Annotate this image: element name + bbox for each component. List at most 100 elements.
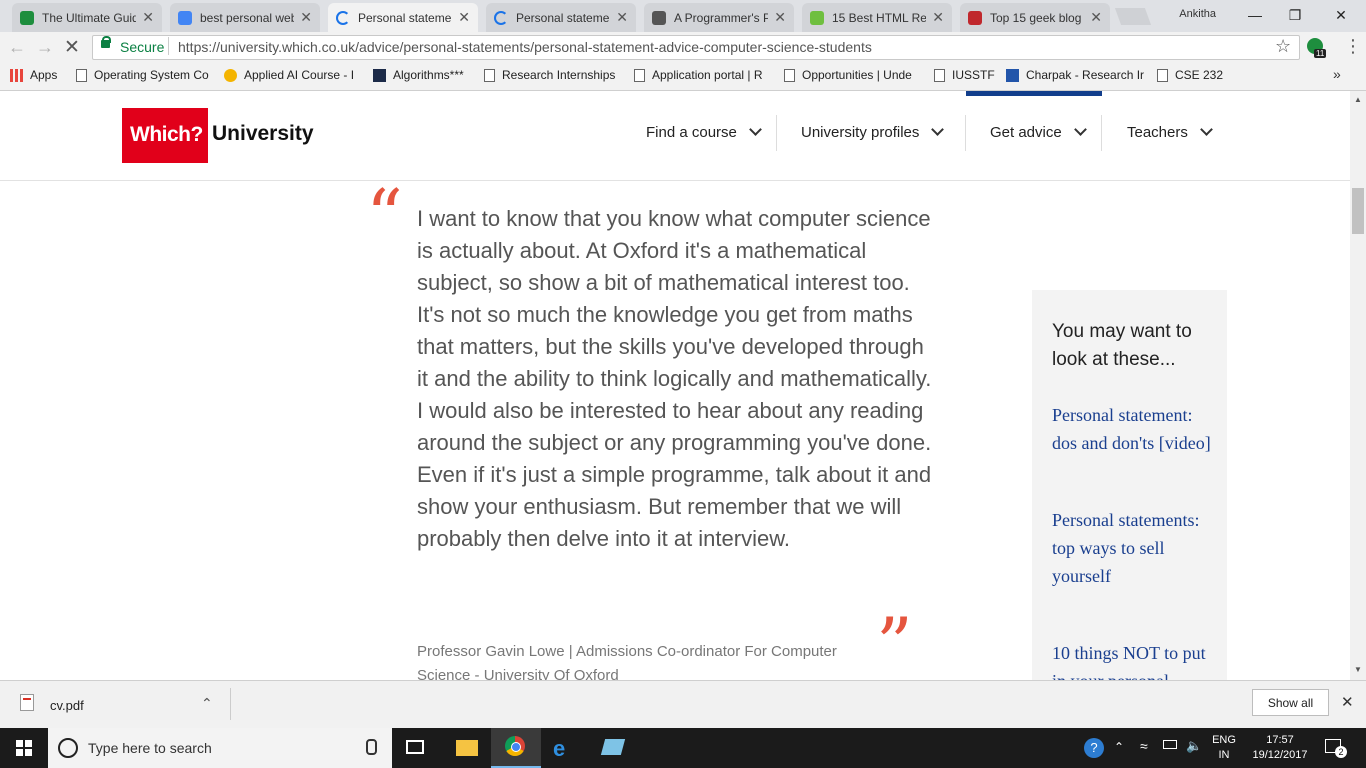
profile-name[interactable]: Ankitha (1179, 8, 1216, 20)
bookmark-item[interactable]: Application portal | R (634, 68, 763, 82)
scrollbar-thumb[interactable] (1352, 188, 1364, 234)
close-download-bar-icon[interactable]: ✕ (1341, 693, 1354, 711)
open-quote-icon: “ (366, 174, 403, 258)
browser-tab[interactable]: The Ultimate Guid ✕ (12, 3, 162, 32)
volume-icon[interactable]: 🔈 (1186, 738, 1202, 754)
doc-icon (652, 10, 666, 25)
logo-university-text[interactable]: University (212, 122, 314, 146)
nav-university-profiles[interactable]: University profiles (801, 123, 945, 141)
download-file-name[interactable]: cv.pdf (50, 698, 84, 713)
chevron-down-icon (931, 123, 945, 136)
nav-active-indicator (966, 91, 1102, 96)
show-all-downloads-button[interactable]: Show all (1252, 689, 1329, 716)
scroll-down-icon[interactable]: ▼ (1354, 665, 1362, 674)
bookmark-item[interactable]: Operating System Co (76, 68, 209, 82)
logo-which-text: Which? (130, 123, 203, 146)
back-arrow-icon[interactable]: ← (8, 37, 26, 58)
loading-icon (336, 10, 350, 25)
bookmark-item[interactable]: Research Internships (484, 68, 615, 82)
lang-top: ENG (1212, 734, 1236, 746)
sidebar-link-dos-donts[interactable]: Personal statement: dos and don'ts [vide… (1052, 401, 1212, 457)
taskbar-search-placeholder[interactable]: Type here to search (88, 740, 212, 756)
bookmark-item[interactable]: Applied AI Course - I (224, 68, 354, 82)
microphone-icon[interactable] (366, 739, 377, 755)
nav-label: University profiles (801, 124, 920, 141)
nav-divider (1101, 115, 1102, 151)
pdf-mark (23, 698, 31, 706)
file-explorer-icon[interactable] (456, 740, 478, 756)
dj-icon (634, 68, 645, 82)
browser-tab[interactable]: Top 15 geek blog ✕ (960, 3, 1110, 32)
bookmark-label: Research Internships (502, 68, 616, 82)
battery-icon[interactable] (1163, 740, 1177, 749)
page-icon (484, 68, 495, 82)
extension-badge: 11 (1314, 49, 1327, 58)
help-icon[interactable]: ? (1084, 738, 1104, 758)
task-view-icon[interactable] (406, 740, 424, 754)
language-indicator[interactable]: ENG IN (1210, 733, 1238, 763)
url-text[interactable]: https://university.which.co.uk/advice/pe… (178, 39, 872, 55)
app-icon[interactable] (600, 739, 626, 755)
bookmark-label: Application portal | R (652, 68, 763, 82)
nav-find-a-course[interactable]: Find a course (646, 123, 762, 141)
tab-label: A Programmer's P (674, 10, 769, 25)
clock[interactable]: 17:57 19/12/2017 (1248, 733, 1312, 763)
chevron-down-icon (1073, 123, 1087, 136)
stop-loading-icon[interactable]: ✕ (64, 36, 80, 59)
bookmark-item[interactable]: Charpak - Research Ir (1006, 68, 1144, 82)
bookmark-item[interactable]: Apps (10, 68, 57, 82)
bookmark-item[interactable]: CSE 232 (1157, 68, 1223, 82)
scroll-up-icon[interactable]: ▲ (1354, 95, 1362, 104)
browser-tab[interactable]: A Programmer's P ✕ (644, 3, 794, 32)
close-tab-icon[interactable]: ✕ (142, 9, 154, 26)
nav-divider (776, 115, 777, 151)
apps-grid-icon (10, 68, 23, 82)
nav-teachers[interactable]: Teachers (1127, 123, 1213, 141)
chrome-taskbar-button[interactable] (491, 728, 541, 768)
sidebar-link-ten-things[interactable]: 10 things NOT to put in your personal st… (1052, 639, 1212, 680)
close-tab-icon[interactable]: ✕ (932, 9, 944, 26)
classroom-icon (20, 10, 34, 25)
close-tab-icon[interactable]: ✕ (616, 9, 628, 26)
chevron-down-icon (1200, 123, 1213, 136)
sidebar-link-top-ways[interactable]: Personal statements: top ways to sell yo… (1052, 506, 1212, 590)
browser-tab[interactable]: 15 Best HTML Res ✕ (802, 3, 952, 32)
minimize-button[interactable]: — (1235, 4, 1275, 26)
edge-icon[interactable]: e (553, 736, 565, 762)
new-tab-button[interactable] (1114, 8, 1152, 25)
bookmark-label: Opportunities | Unde (802, 68, 912, 82)
close-tab-icon[interactable]: ✕ (774, 9, 786, 26)
sidebar-title: You may want to look at these... (1052, 321, 1192, 370)
more-bookmarks-icon[interactable]: » (1333, 66, 1341, 82)
bookmark-label: Charpak - Research Ir (1026, 68, 1145, 82)
browser-tab[interactable]: Personal statemer ✕ (328, 3, 478, 32)
windows-start-icon[interactable] (16, 740, 32, 756)
download-options-icon[interactable]: ⌃ (201, 695, 213, 712)
bookmark-item[interactable]: IUSSTF (934, 68, 995, 82)
close-tab-icon[interactable]: ✕ (458, 9, 470, 26)
maximize-button[interactable]: ❐ (1275, 4, 1315, 26)
h-icon (373, 68, 386, 82)
tab-label: best personal web (200, 10, 295, 25)
tab-label: 15 Best HTML Res (832, 10, 927, 25)
bookmark-item[interactable]: Opportunities | Unde (784, 68, 912, 82)
close-window-button[interactable]: ✕ (1321, 4, 1361, 26)
page-icon (76, 68, 87, 82)
page-icon (1157, 68, 1168, 82)
download-divider (230, 688, 231, 720)
browser-tab[interactable]: Personal statemer ✕ (486, 3, 636, 32)
wifi-icon[interactable]: ≈ (1140, 738, 1148, 754)
bookmark-item[interactable]: Algorithms*** (373, 68, 464, 82)
tab-label: Personal statemer (358, 10, 453, 25)
show-hidden-icons[interactable]: ⌃ (1114, 740, 1124, 754)
bookmark-star-icon[interactable]: ☆ (1275, 36, 1291, 57)
clock-time: 17:57 (1266, 734, 1294, 746)
close-tab-icon[interactable]: ✕ (300, 9, 312, 26)
page-scrollbar[interactable] (1350, 91, 1366, 680)
forward-arrow-icon[interactable]: → (36, 37, 54, 58)
nav-get-advice[interactable]: Get advice (990, 123, 1087, 141)
close-tab-icon[interactable]: ✕ (1090, 9, 1102, 26)
browser-tab[interactable]: best personal web ✕ (170, 3, 320, 32)
tab-label: The Ultimate Guid (42, 10, 137, 25)
browser-menu-icon[interactable]: ⋮ (1344, 37, 1362, 55)
